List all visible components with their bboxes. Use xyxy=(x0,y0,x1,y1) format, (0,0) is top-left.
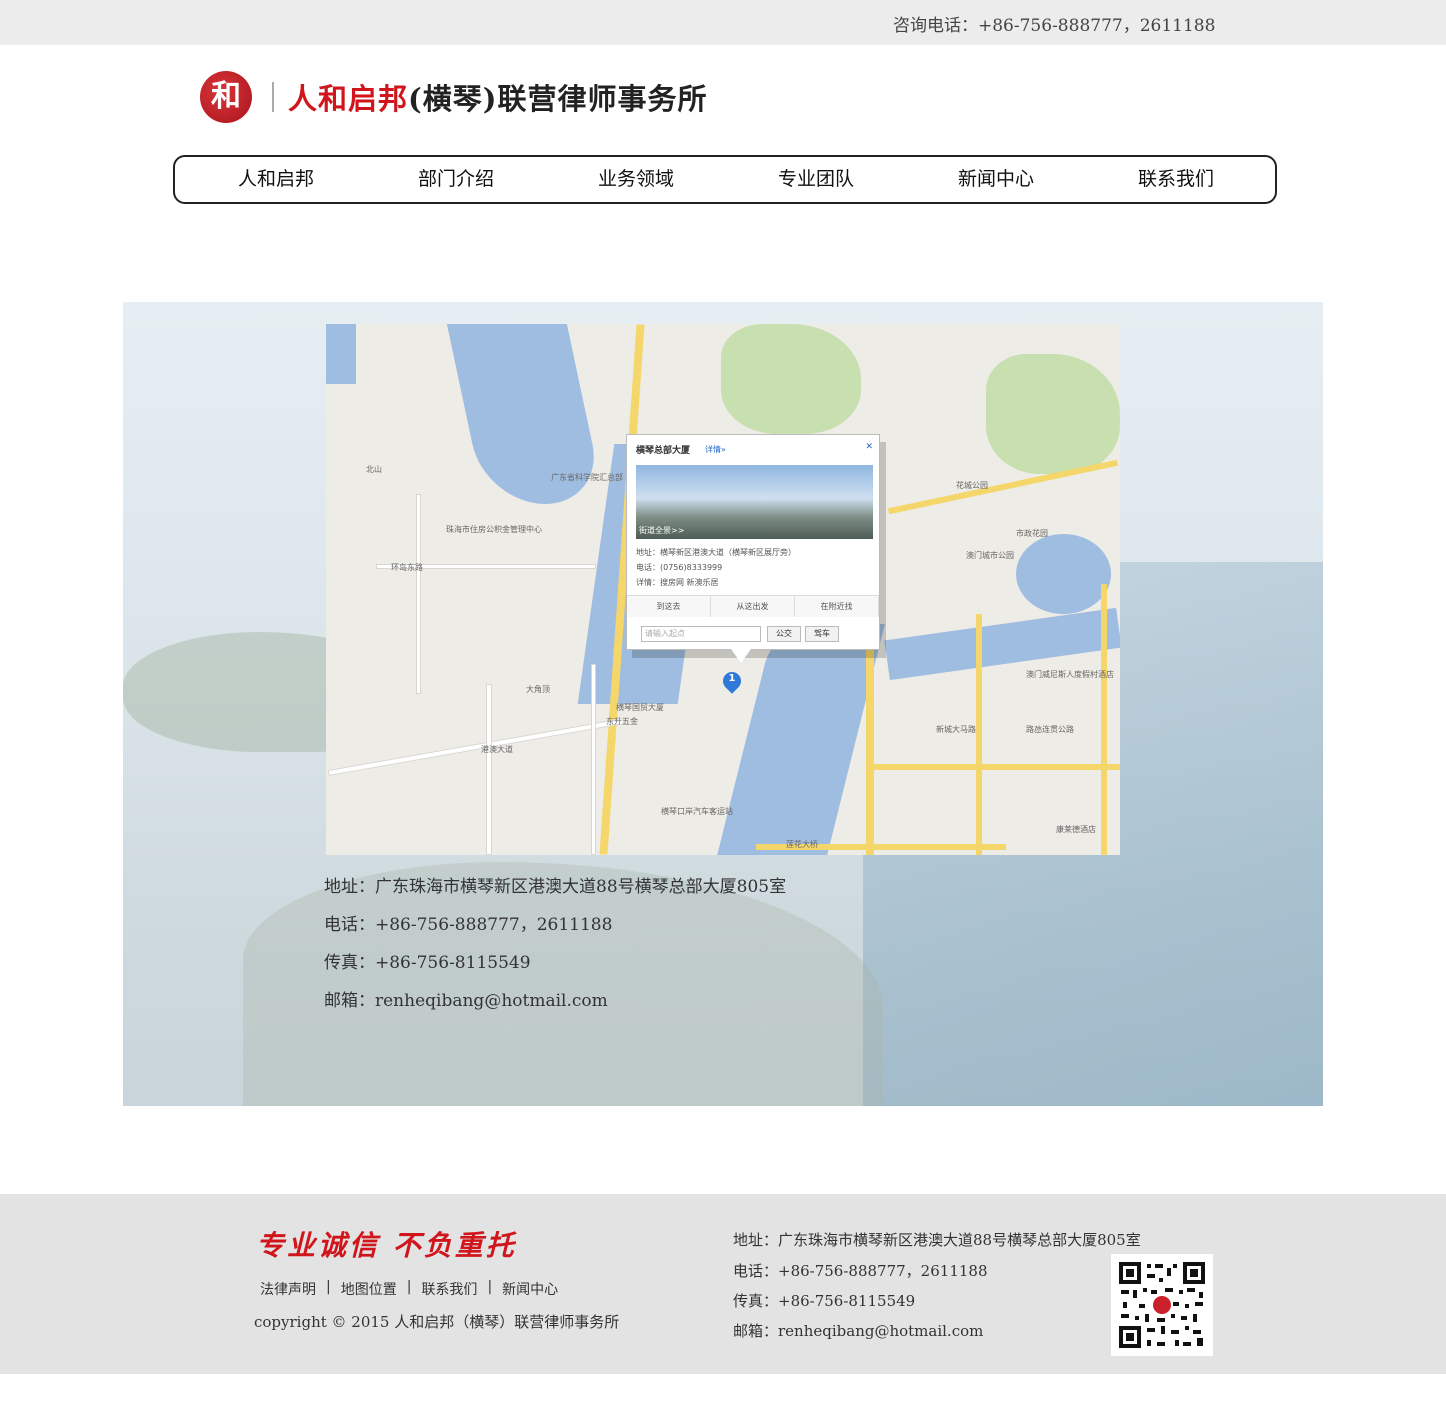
map-park-north xyxy=(721,324,861,434)
map-label: 澳门威尼斯人度假村酒店 xyxy=(1026,670,1114,679)
map-park-east xyxy=(986,354,1120,474)
contact-phone: 电话：+86-756-888777，2611188 xyxy=(324,915,613,935)
popup-title: 横琴总部大厦 xyxy=(636,446,691,456)
tab-start-here[interactable]: 从这出发 xyxy=(711,596,795,617)
popup-detail-link[interactable]: 详情» xyxy=(705,444,726,455)
map-label: 横琴国贸大厦 xyxy=(616,703,664,712)
map-bay xyxy=(326,324,356,384)
map-street-5 xyxy=(416,494,421,694)
footer-email: 邮箱：renheqibang@hotmail.com xyxy=(733,1322,984,1340)
map-street-1 xyxy=(327,717,625,777)
nav-item-team[interactable]: 专业团队 xyxy=(726,157,906,202)
popup-address: 地址：横琴新区港澳大道（横琴新区展厅旁） xyxy=(636,548,796,557)
tab-go-here[interactable]: 到这去 xyxy=(627,596,711,617)
top-bar: 咨询电话：+86-756-888777，2611188 xyxy=(0,0,1446,45)
map-label: 广东省科学院汇总部 xyxy=(551,473,623,482)
map-lake xyxy=(1016,534,1111,614)
firm-name: 人和启邦(横琴)联营律师事务所 xyxy=(288,76,707,118)
map-label: 环岛东路 xyxy=(391,563,423,572)
bus-button[interactable]: 公交 xyxy=(767,626,801,642)
background-coast xyxy=(243,862,883,1106)
qr-code-icon xyxy=(1111,1254,1213,1356)
map-label: 路氹连贯公路 xyxy=(1026,725,1074,734)
map-label: 莲花大桥 xyxy=(786,840,818,849)
site-logo[interactable]: 和 人和启邦(横琴)联营律师事务所 xyxy=(200,70,707,124)
popup-detail: 详情：搜房网 新澳乐居 xyxy=(636,578,719,587)
contact-address: 地址：广东珠海市横琴新区港澳大道88号横琴总部大厦805室 xyxy=(324,877,787,897)
close-icon[interactable]: ✕ xyxy=(865,442,873,452)
footer-copyright: copyright © 2015 人和启邦（横琴）联营律师事务所 xyxy=(254,1313,620,1331)
footer-link-contact[interactable]: 联系我们 xyxy=(421,1279,477,1299)
footer-link-separator: | xyxy=(326,1279,331,1295)
hotline-text: 咨询电话：+86-756-888777，2611188 xyxy=(893,16,1216,36)
map-label: 大角顶 xyxy=(526,685,550,694)
popup-route-tabs: 到这去 从这出发 在附近找 xyxy=(627,595,879,617)
footer-link-separator: | xyxy=(406,1279,412,1295)
map-road-3 xyxy=(976,614,982,855)
popup-tail xyxy=(731,649,751,663)
footer-phone: 电话：+86-756-888777，2611188 xyxy=(733,1262,988,1280)
contact-panel: 北山 广东省科学院汇总部 珠海市住房公积金管理中心 环岛东路 花城公园 市政花园… xyxy=(123,302,1323,1106)
map-label: 澳门城市公园 xyxy=(966,551,1014,560)
logo-divider xyxy=(272,82,274,112)
map-label: 新城大马路 xyxy=(936,725,976,734)
street-view-caption[interactable]: 街道全景>> xyxy=(639,525,684,536)
map-marker-icon[interactable]: 1 xyxy=(719,668,745,698)
street-view-photo[interactable]: 街道全景>> xyxy=(636,465,873,539)
footer-fax: 传真：+86-756-8115549 xyxy=(733,1292,916,1310)
location-map[interactable]: 北山 广东省科学院汇总部 珠海市住房公积金管理中心 环岛东路 花城公园 市政花园… xyxy=(326,324,1120,855)
popup-phone: 电话：(0756)8333999 xyxy=(636,563,723,572)
footer-link-legal[interactable]: 法律声明 xyxy=(260,1279,316,1299)
footer-link-news[interactable]: 新闻中心 xyxy=(502,1279,558,1299)
nav-item-home[interactable]: 人和启邦 xyxy=(186,157,366,202)
map-info-popup: 横琴总部大厦 详情» ✕ 街道全景>> 地址：横琴新区港澳大道（横琴新区展厅旁）… xyxy=(626,434,880,663)
footer-link-separator: | xyxy=(487,1279,493,1295)
map-label: 港澳大道 xyxy=(481,745,513,754)
contact-fax: 传真：+86-756-8115549 xyxy=(324,953,531,973)
nav-item-departments[interactable]: 部门介绍 xyxy=(366,157,546,202)
site-footer: 专业诚信 不负重托 法律声明 | 地图位置 | 联系我们 | 新闻中心 copy… xyxy=(0,1194,1446,1374)
firm-name-dark: (横琴)联营律师事务所 xyxy=(408,82,708,116)
map-street-2 xyxy=(486,684,492,855)
tab-search-nearby[interactable]: 在附近找 xyxy=(795,596,879,617)
map-street-4 xyxy=(591,664,596,855)
footer-address: 地址：广东珠海市横琴新区港澳大道88号横琴总部大厦805室 xyxy=(733,1231,1141,1249)
firm-name-red: 人和启邦 xyxy=(288,82,409,116)
map-road-4 xyxy=(1101,584,1107,855)
map-label: 东升五金 xyxy=(606,717,638,726)
nav-item-news[interactable]: 新闻中心 xyxy=(906,157,1086,202)
map-label: 花城公园 xyxy=(956,481,988,490)
map-label: 珠海市住房公积金管理中心 xyxy=(446,525,542,534)
footer-links: 法律声明 | 地图位置 | 联系我们 | 新闻中心 xyxy=(260,1279,558,1299)
map-road-5 xyxy=(866,764,1120,770)
nav-item-contact[interactable]: 联系我们 xyxy=(1086,157,1266,202)
map-road-6 xyxy=(887,459,1119,515)
car-button[interactable]: 驾车 xyxy=(805,626,839,642)
main-nav: 人和启邦 部门介绍 业务领域 专业团队 新闻中心 联系我们 xyxy=(173,155,1277,204)
map-label: 康莱德酒店 xyxy=(1056,825,1096,834)
contact-email: 邮箱：renheqibang@hotmail.com xyxy=(324,991,608,1011)
nav-item-practice-areas[interactable]: 业务领域 xyxy=(546,157,726,202)
seal-logo-icon: 和 xyxy=(200,71,252,123)
map-label: 横琴口岸汽车客运站 xyxy=(661,807,733,816)
route-start-input[interactable]: 请输入起点 xyxy=(641,626,761,642)
map-label: 北山 xyxy=(366,465,382,474)
footer-slogan: 专业诚信 不负重托 xyxy=(256,1229,517,1262)
map-label: 市政花园 xyxy=(1016,529,1048,538)
footer-link-map[interactable]: 地图位置 xyxy=(341,1279,397,1299)
